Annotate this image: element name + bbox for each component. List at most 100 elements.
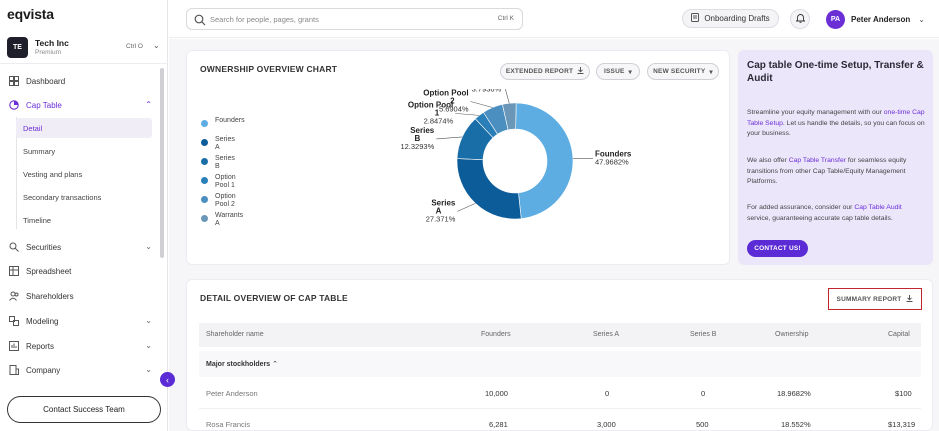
search-input[interactable]: Search for people, pages, grants [210,15,319,24]
sidebar-item-label: Shareholders [26,291,74,301]
issue-dropdown[interactable]: ISSUE ▾ [596,63,640,80]
legend-item[interactable]: Series A [201,136,261,155]
legend-item[interactable]: Warrants A [201,212,261,231]
column-header[interactable]: Capital [888,331,910,338]
donut-slice[interactable] [456,158,522,220]
sidebar-item-securities[interactable]: Securities ⌄ [8,237,152,257]
onboarding-drafts-button[interactable]: Onboarding Drafts [682,9,779,28]
legend-swatch [201,196,208,203]
extended-report-button[interactable]: EXTENDED REPORT [500,63,590,80]
chevron-left-icon: ‹ [166,374,169,385]
contact-success-team-button[interactable]: Contact Success Team [7,396,161,423]
group-label: Major stockholders ⌃ [206,361,279,368]
shareholders-icon [8,290,20,302]
cell-ownership: 18.552% [781,420,811,429]
column-header[interactable]: Series B [690,331,716,338]
dashboard-icon [8,75,20,87]
slice-value-label: 5.6904% [439,105,469,114]
company-plan: Premium [35,49,62,56]
subnav-vesting[interactable]: Vesting and plans [16,164,152,184]
slice-value-label: 12.3293% [400,142,434,151]
cell-founders: 6,281 [489,420,508,429]
subnav-summary[interactable]: Summary [16,141,152,161]
cell-capital: $13,319 [888,420,916,429]
main-content: OWNERSHIP OVERVIEW CHART EXTENDED REPORT… [169,39,939,431]
label-leader-line [457,203,476,212]
cell-shareholder-name[interactable]: Rosa Francis [206,420,250,429]
chart-legend: Founders Series A Series B Option Pool 1 Op… [201,117,261,231]
slice-value-label: 47.9682% [595,157,629,166]
onboarding-drafts-label: Onboarding Drafts [704,14,770,23]
ownership-chart-title: OWNERSHIP OVERVIEW CHART [200,64,338,74]
promo-card: Cap table One-time Setup, Transfer & Aud… [738,50,933,265]
column-header[interactable]: Series A [593,331,619,338]
label-leader-line [505,89,510,104]
sidebar-item-label: Cap Table [26,100,62,110]
cap-table-icon [8,99,20,111]
label-leader-line [455,113,480,116]
promo-title: Cap table One-time Setup, Transfer & Aud… [747,60,924,84]
table-row[interactable]: Rosa Francis 6,281 3,000 500 18.552% $13… [199,410,921,431]
donut-slice[interactable] [515,102,574,219]
legend-swatch [201,215,208,222]
sidebar-item-dashboard[interactable]: Dashboard [8,71,152,91]
legend-label: Warrants A [215,212,244,227]
column-header[interactable]: Shareholder name [206,331,264,338]
cell-shareholder-name[interactable]: Peter Anderson [206,389,258,398]
sidebar-item-company[interactable]: Company ⌄ [8,360,152,380]
legend-label: Series B [215,155,235,170]
company-switcher[interactable]: TE Tech Inc Premium Ctrl O ⌄ [7,37,162,59]
app-root: eqvista TE Tech Inc Premium Ctrl O ⌄ Das… [0,0,939,431]
legend-item[interactable]: Series B [201,155,261,174]
sidebar: eqvista TE Tech Inc Premium Ctrl O ⌄ Das… [0,0,168,431]
chevron-up-icon: ⌃ [272,361,279,368]
legend-item[interactable]: Option Pool 1 [201,174,261,193]
divider [0,63,168,64]
avatar: PA [826,9,845,29]
sidebar-item-label: Reports [26,341,55,351]
label-leader-line [436,136,463,140]
group-row-major-stockholders[interactable]: Major stockholders ⌃ [199,351,921,377]
company-icon [8,364,20,376]
bell-icon [794,10,806,28]
company-shortcut: Ctrl O [126,43,143,50]
summary-report-label: SUMMARY REPORT [836,295,902,303]
company-avatar: TE [7,37,28,58]
legend-label: Option Pool 1 [215,174,236,189]
legend-item[interactable]: Founders [201,117,261,136]
sidebar-item-cap-table[interactable]: Cap Table ⌃ [8,95,152,115]
sidebar-scrollbar[interactable] [160,68,164,258]
column-header[interactable]: Founders [481,331,511,338]
modeling-icon [8,315,20,327]
legend-label: Founders [215,117,245,124]
topbar: Search for people, pages, grants Ctrl K … [169,0,939,38]
summary-report-button[interactable]: SUMMARY REPORT [828,288,922,310]
subnav-detail[interactable]: Detail [16,118,152,138]
legend-item[interactable]: Option Pool 2 [201,193,261,212]
slice-value-label: 27.371% [426,214,456,223]
legend-swatch [201,139,208,146]
notifications-button[interactable] [790,9,810,29]
subnav-timeline[interactable]: Timeline [16,210,152,230]
logo[interactable]: eqvista [7,6,54,22]
slice-value-label: 2.8474% [424,116,454,125]
cap-table-audit-link[interactable]: Cap Table Audit [854,204,902,211]
subnav-secondary[interactable]: Secondary transactions [16,187,152,207]
sidebar-item-shareholders[interactable]: Shareholders [8,286,152,306]
slice-name-label: Option Pool [423,89,468,98]
sidebar-item-label: Modeling [26,316,59,326]
cell-ownership: 18.9682% [777,389,811,398]
search-bar[interactable]: Search for people, pages, grants Ctrl K [186,8,523,30]
column-header[interactable]: Ownership [775,331,808,338]
table-row[interactable]: Peter Anderson 10,000 0 0 18.9682% $100 [199,379,921,409]
sidebar-item-modeling[interactable]: Modeling ⌄ [8,311,152,331]
user-menu[interactable]: PA Peter Anderson ⌄ [826,8,925,30]
securities-icon [8,241,20,253]
sidebar-item-reports[interactable]: Reports ⌄ [8,336,152,356]
cap-table-transfer-link[interactable]: Cap Table Transfer [789,157,846,164]
sidebar-item-spreadsheet[interactable]: Spreadsheet [8,261,152,281]
caret-down-icon: ▾ [709,68,713,76]
collapse-sidebar-button[interactable]: ‹ [160,372,175,387]
contact-us-button[interactable]: CONTACT US! [747,240,808,257]
new-security-dropdown[interactable]: NEW SECURITY ▾ [647,63,719,80]
